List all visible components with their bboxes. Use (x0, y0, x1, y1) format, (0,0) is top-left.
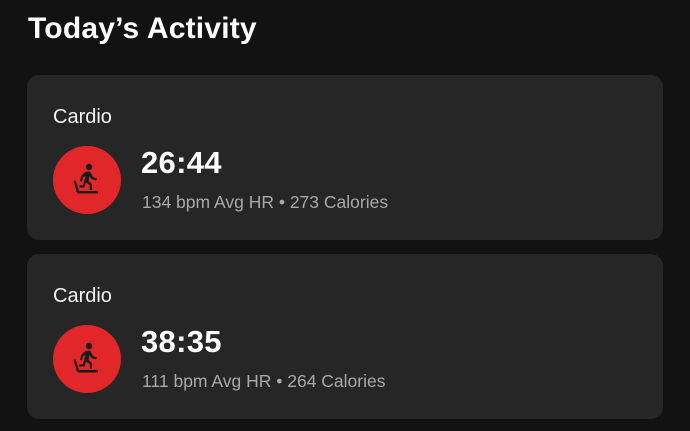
activity-duration: 26:44 (141, 145, 222, 180)
activity-card[interactable]: Cardio 26:44 134 bpm Avg HR • 273 Calori… (27, 75, 663, 240)
activity-stats: 134 bpm Avg HR • 273 Calories (142, 192, 389, 212)
page-title: Today’s Activity (28, 12, 257, 45)
treadmill-runner-icon (53, 325, 121, 393)
activity-card[interactable]: Cardio 38:35 111 bpm Avg HR • 264 Calori… (27, 254, 663, 419)
treadmill-runner-icon (53, 146, 121, 214)
activity-type-label: Cardio (53, 285, 112, 307)
activity-type-label: Cardio (53, 106, 112, 128)
activity-duration: 38:35 (141, 324, 222, 359)
activity-stats: 111 bpm Avg HR • 264 Calories (142, 371, 386, 391)
